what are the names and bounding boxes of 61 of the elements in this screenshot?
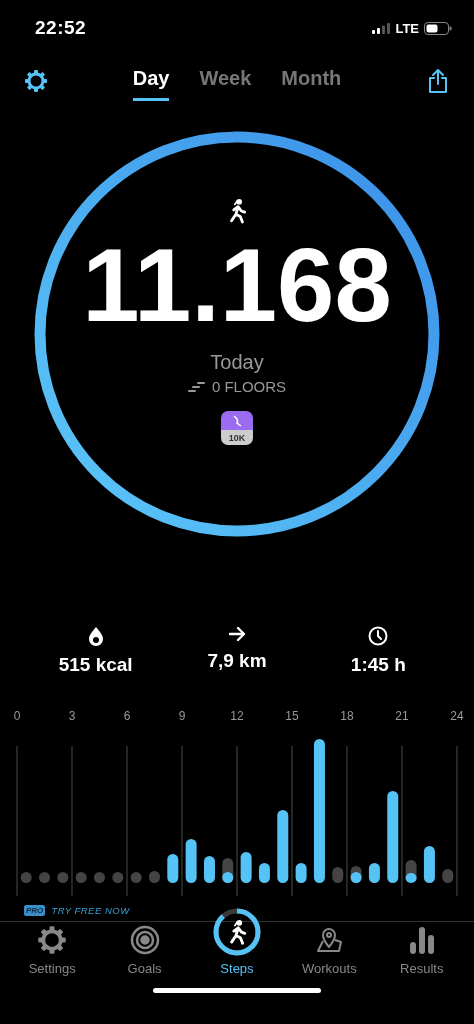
clock-time: 22:52 [35, 17, 87, 39]
signal-icon [372, 22, 391, 34]
hour-step-bar [240, 852, 252, 883]
hour-step-bar [405, 873, 417, 883]
tab-bar-item[interactable]: Workouts [284, 922, 375, 980]
network-label: LTE [395, 20, 419, 36]
hour-step-bar [350, 872, 362, 883]
axis-label: 6 [123, 709, 131, 723]
previous-day-bar [442, 869, 454, 883]
target-icon [129, 925, 160, 955]
settings-icon [37, 925, 68, 955]
hour-step-bar [167, 854, 179, 883]
previous-day-bar [332, 867, 344, 883]
previous-day-bar [20, 872, 32, 883]
settings-icon[interactable] [24, 69, 48, 93]
previous-day-bar [130, 872, 142, 883]
hour-step-bar [185, 839, 197, 883]
tab-bar-item[interactable]: Steps [191, 900, 282, 980]
bar-chart-icon [408, 925, 435, 955]
pro-badge[interactable]: PRO [24, 904, 46, 916]
step-count: 11.168 [82, 234, 392, 337]
hour-step-bar [258, 863, 270, 883]
hour-step-bar [368, 863, 380, 883]
tab-bar-item[interactable]: Results [376, 922, 467, 980]
clock-icon [368, 626, 389, 646]
period-label: Today [210, 351, 264, 374]
previous-day-bar [112, 872, 124, 883]
battery-icon [424, 21, 452, 35]
previous-day-bar [75, 872, 87, 883]
hour-step-bar [203, 856, 215, 883]
flame-icon [87, 626, 104, 646]
axis-label: 0 [13, 709, 21, 723]
hour-step-bar [222, 872, 234, 883]
axis-label: 15 [285, 709, 299, 723]
stat-value: 515 kcal [58, 654, 133, 676]
axis-label: 21 [395, 709, 409, 723]
tab-bar-item[interactable]: Goals [99, 922, 190, 980]
period-tab[interactable]: Week [199, 61, 252, 101]
period-tab[interactable]: Day [132, 61, 170, 101]
hour-step-bar [295, 863, 307, 883]
axis-label: 9 [178, 709, 186, 723]
axis-label: 18 [340, 709, 354, 723]
stairs-icon [187, 381, 206, 392]
share-icon[interactable] [426, 68, 450, 94]
arrow-icon [228, 626, 246, 642]
previous-day-bar [57, 872, 69, 883]
promo-link[interactable]: TRY FREE NOW [51, 904, 130, 916]
floors-label: 0 FLOORS [211, 378, 287, 395]
map-pin-icon [314, 925, 345, 955]
period-tab[interactable]: Month [281, 61, 342, 101]
previous-day-bar [94, 872, 105, 883]
previous-day-bar [39, 872, 50, 883]
hour-step-bar [423, 846, 435, 883]
tab-bar-item[interactable]: Settings [7, 922, 98, 980]
stat-value: 1:45 h [350, 654, 406, 676]
goal-badge: 10K [221, 411, 253, 445]
axis-label: 12 [230, 709, 244, 723]
axis-label: 3 [68, 709, 76, 723]
axis-label: 24 [450, 709, 464, 723]
previous-day-bar [149, 871, 160, 883]
stat-value: 7,9 km [207, 650, 267, 672]
